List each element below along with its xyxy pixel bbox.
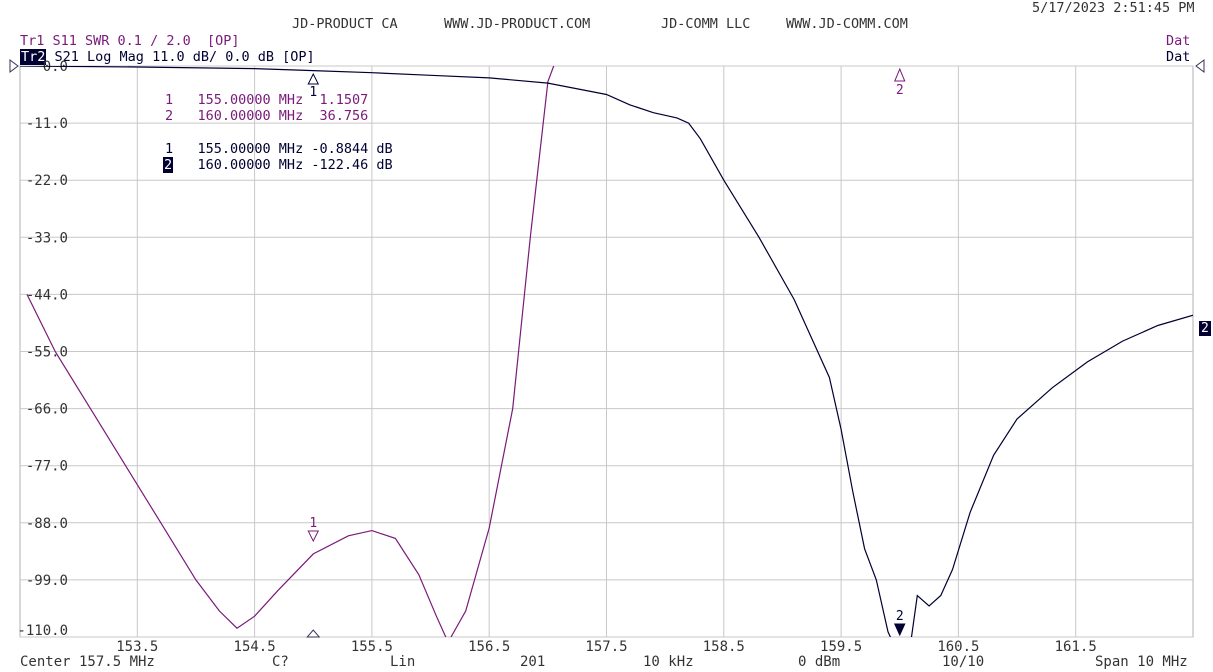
- y-tick-label: 0.0: [43, 59, 68, 75]
- x-tick-label: 155.5: [351, 639, 393, 655]
- x-tick-label: 161.5: [1055, 639, 1097, 655]
- x-tick-label: 156.5: [468, 639, 510, 655]
- y-tick-label: -77.0: [26, 459, 68, 475]
- marker-label-tr1-2: 2: [896, 83, 904, 98]
- footer-center-freq[interactable]: Center 157.5 MHz: [20, 654, 155, 670]
- vna-screen: JD-PRODUCT CA WWW.JD-PRODUCT.COM JD-COMM…: [0, 0, 1213, 672]
- y-tick-label: -55.0: [26, 345, 68, 361]
- marker-label-tr1-1: 1: [309, 516, 317, 531]
- x-tick-label: 157.5: [585, 639, 627, 655]
- trace-2-end-badge: 2: [1199, 321, 1211, 336]
- ref-arrow-right: [1195, 59, 1205, 73]
- y-tick-label: -66.0: [26, 402, 68, 418]
- marker-table-tr1-row-1: 1 155.00000 MHz 1.1507: [165, 92, 369, 108]
- footer-averaging[interactable]: 10/10: [942, 654, 984, 670]
- x-tick-label: 160.5: [937, 639, 979, 655]
- footer-span[interactable]: Span 10 MHz: [1095, 654, 1188, 670]
- footer-power[interactable]: 0 dBm: [798, 654, 840, 670]
- footer-cal-status[interactable]: C?: [272, 654, 289, 670]
- y-tick-label: -44.0: [26, 287, 68, 303]
- ref-arrow-left: [9, 59, 19, 73]
- x-tick-label: 153.5: [116, 639, 158, 655]
- marker-label-tr2-2: 2: [896, 609, 904, 624]
- marker-table-tr1-row-2: 2 160.00000 MHz 36.756: [165, 108, 369, 124]
- marker-tr1-2: [894, 67, 906, 82]
- y-tick-label: -33.0: [26, 230, 68, 246]
- y-tick-label: -88.0: [26, 516, 68, 532]
- x-tick-label: 158.5: [703, 639, 745, 655]
- footer-points[interactable]: 201: [520, 654, 545, 670]
- x-tick-label: 154.5: [234, 639, 276, 655]
- marker-tr2-1: [307, 72, 320, 85]
- y-tick-label: -110.0: [17, 623, 68, 639]
- marker-tr2-2: [893, 623, 906, 637]
- x-tick-label: 159.5: [820, 639, 862, 655]
- footer-ifbw[interactable]: 10 kHz: [643, 654, 694, 670]
- y-tick-label: -22.0: [26, 173, 68, 189]
- stimulus-marker-1: [306, 629, 321, 638]
- marker-tr1-1: [307, 530, 320, 543]
- y-tick-label: -99.0: [26, 573, 68, 589]
- marker-table-tr2-row-1: 1 155.00000 MHz -0.8844 dB: [165, 141, 393, 157]
- y-tick-label: -11.0: [26, 116, 68, 132]
- footer-sweep-type[interactable]: Lin: [390, 654, 415, 670]
- marker-table-tr2-row-2: 2 160.00000 MHz -122.46 dB: [163, 157, 393, 173]
